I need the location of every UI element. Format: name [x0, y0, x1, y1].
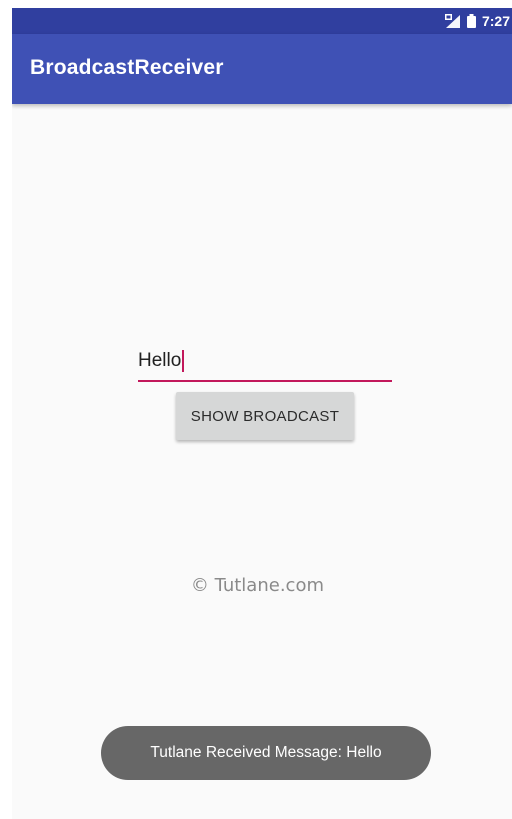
message-input[interactable]: Hello — [138, 344, 392, 382]
status-bar: 7:27 — [12, 8, 512, 34]
input-value: Hello — [138, 350, 182, 371]
app-title: BroadcastReceiver — [30, 56, 224, 79]
input-text-wrap: Hello — [138, 350, 185, 372]
status-icons: 7:27 — [444, 12, 510, 30]
show-broadcast-button[interactable]: SHOW BROADCAST — [176, 392, 354, 440]
app-bar: BroadcastReceiver — [12, 34, 512, 104]
phone-screen: 7:27 BroadcastReceiver Hello SHOW BROADC… — [12, 8, 512, 819]
clock: 7:27 — [481, 13, 510, 29]
toast-text: Tutlane Received Message: Hello — [150, 744, 382, 761]
battery-icon — [466, 14, 476, 28]
watermark: © Tutlane.com — [190, 575, 324, 596]
text-cursor — [182, 350, 185, 372]
sim-card-icon — [444, 14, 461, 28]
toast-message: Tutlane Received Message: Hello — [101, 726, 431, 780]
main-content: Hello SHOW BROADCAST © Tutlane.com Tutla… — [12, 104, 512, 819]
